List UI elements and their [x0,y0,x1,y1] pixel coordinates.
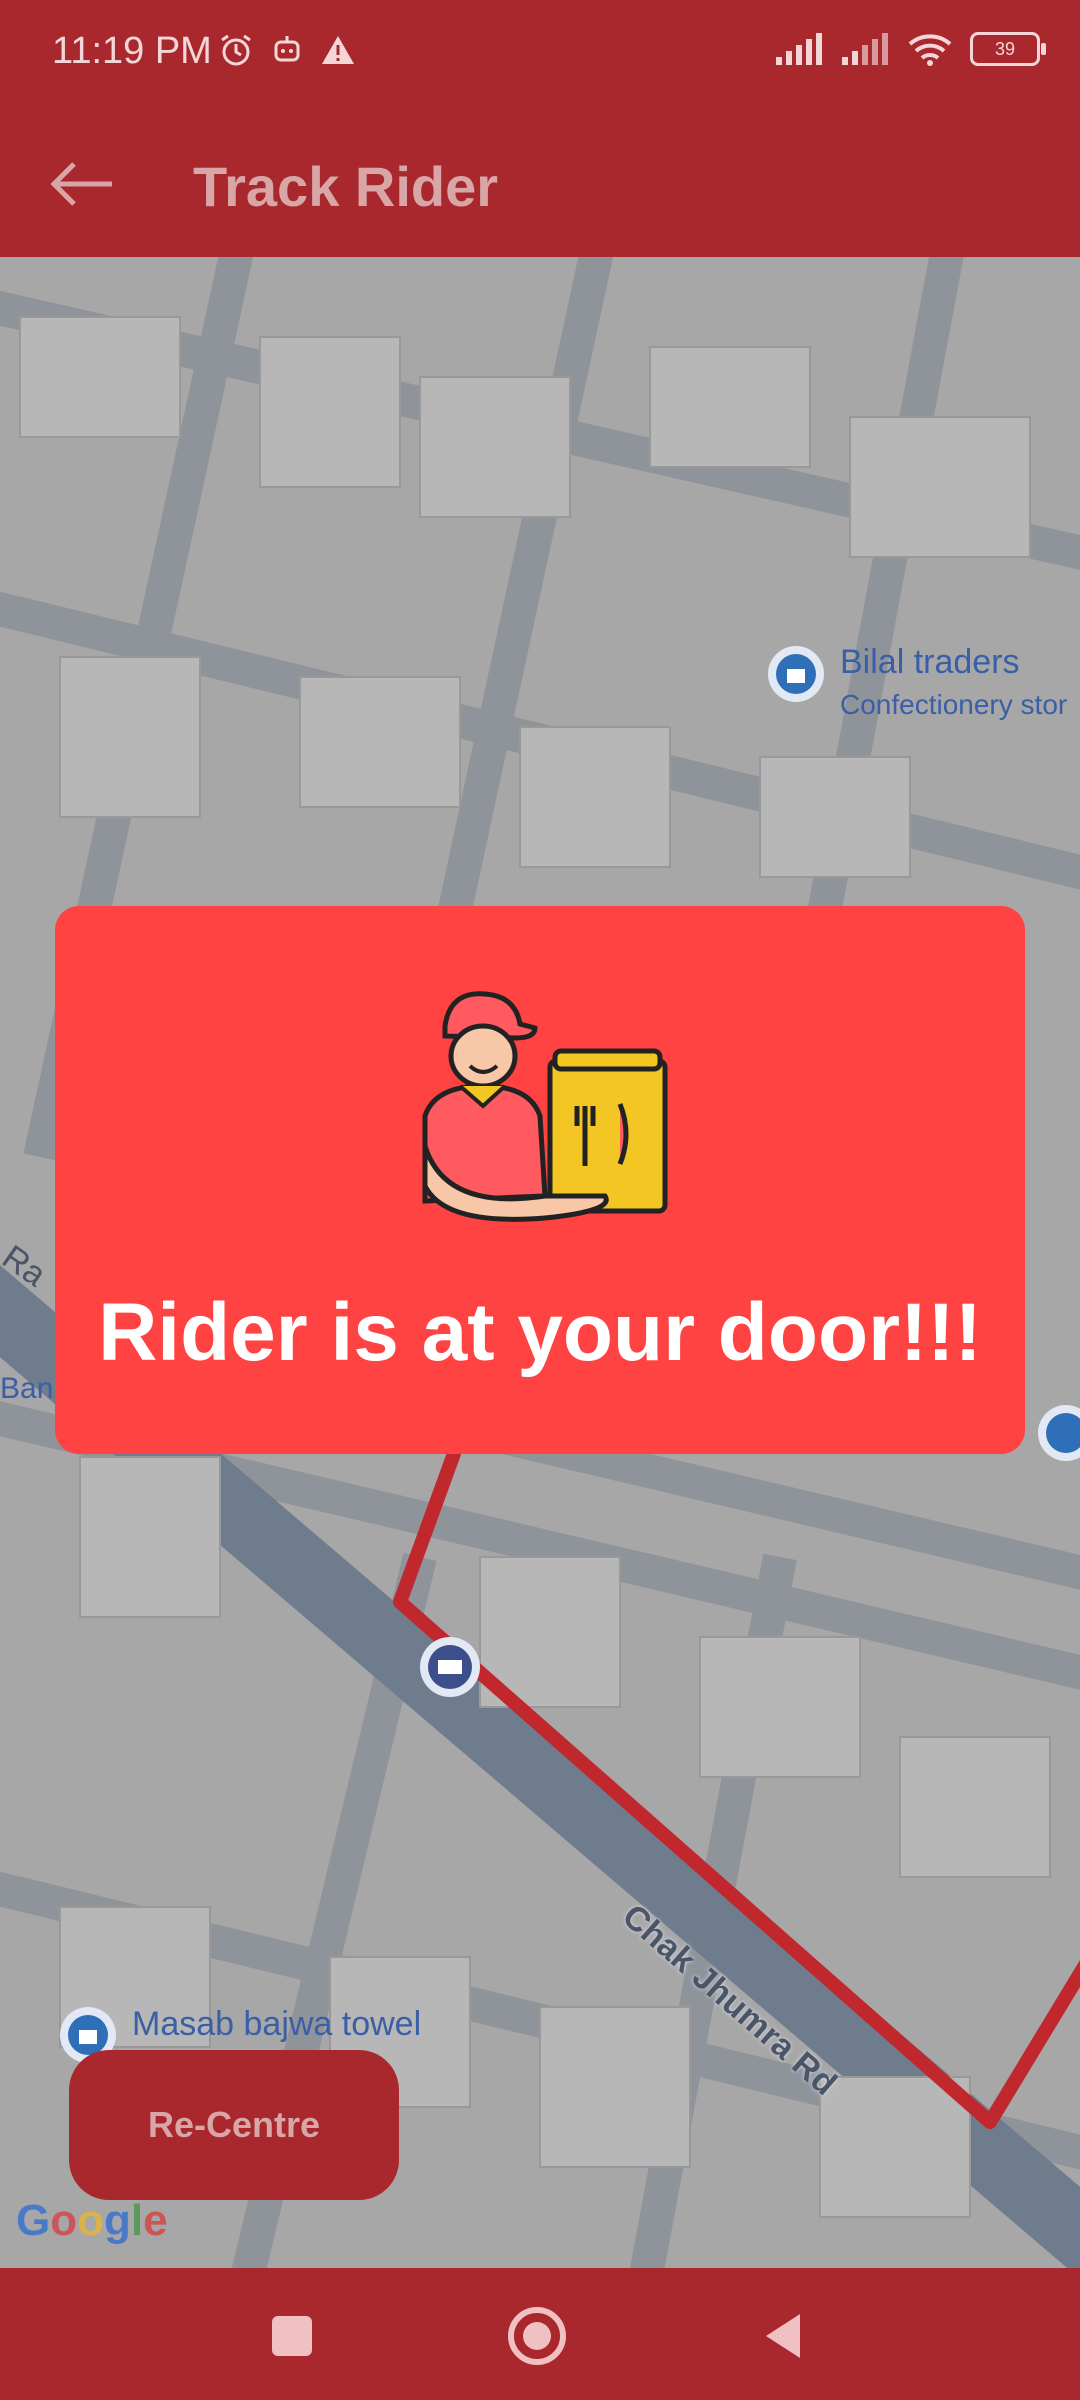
status-right-icons: 39 [776,32,1046,66]
poi-label-masab[interactable]: Masab bajwa towel [132,2005,421,2044]
back-triangle-icon[interactable] [756,2306,816,2366]
poi-marker-bilal[interactable] [768,646,824,702]
poi-label-bilal[interactable]: Bilal traders [840,643,1020,682]
status-left-icons [218,32,356,68]
rider-arrived-dialog: Rider is at your door!!! [55,906,1025,1454]
page-title: Track Rider [193,155,499,218]
poi-marker-atm[interactable] [420,1637,480,1697]
battery-icon: 39 [970,32,1046,66]
delivery-rider-illustration [422,991,668,1222]
wifi-icon [908,34,952,66]
status-bar: 11:19 PM 39 [0,0,1080,114]
alarm-icon [221,34,251,66]
status-time: 11:19 PM [52,30,212,72]
recentre-button[interactable]: Re-Centre [69,2050,399,2200]
arrow-left-icon[interactable] [46,154,116,214]
bot-icon [274,36,300,62]
system-nav-bar [0,2268,1080,2400]
rider-message: Rider is at your door!!! [98,1287,982,1378]
signal-icon [776,33,822,65]
app-bar: Track Rider [0,114,1080,257]
google-logo: Google [16,2196,168,2245]
home-circle-icon[interactable] [505,2304,569,2368]
signal-icon [842,33,888,65]
poi-sub-bilal: Confectionery stor [840,689,1068,720]
recents-square-icon[interactable] [262,2306,322,2366]
warning-icon [322,36,354,64]
